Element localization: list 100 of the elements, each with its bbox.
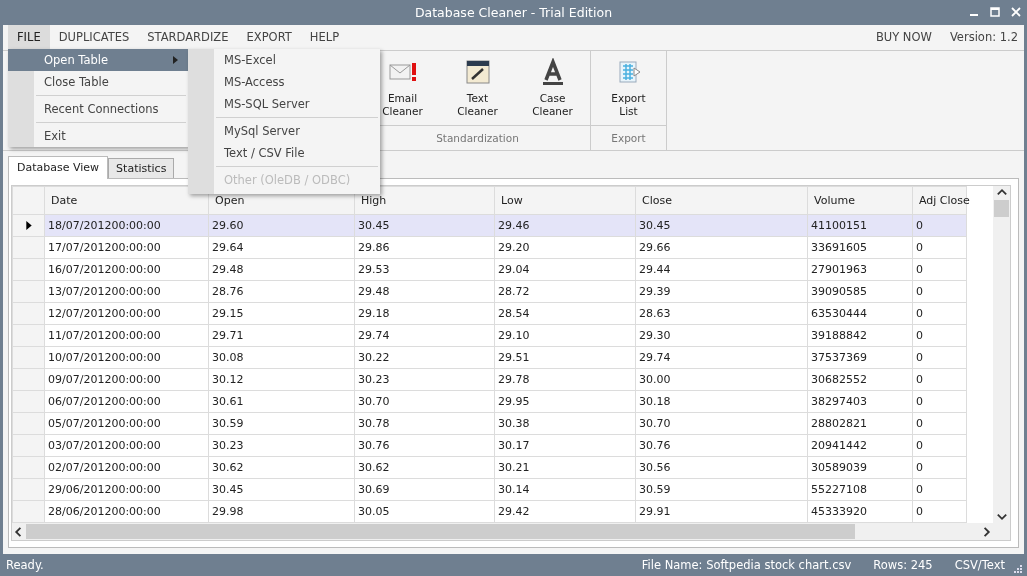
table-cell: 29.91 bbox=[635, 500, 808, 523]
table-cell: 10/07/201200:00:00 bbox=[44, 346, 209, 369]
file-format-label: CSV/Text bbox=[954, 558, 1005, 573]
table-cell: 03/07/201200:00:00 bbox=[44, 434, 209, 457]
table-cell: 28.63 bbox=[635, 302, 808, 325]
submenu-arrow-icon bbox=[173, 56, 178, 64]
menu-item[interactable]: Open Table bbox=[8, 49, 188, 71]
table-cell: 18/07/201200:00:00 bbox=[44, 214, 209, 237]
table-cell: 30.12 bbox=[208, 368, 355, 391]
table-cell: 0 bbox=[912, 280, 967, 303]
table-cell: 30.76 bbox=[635, 434, 808, 457]
table-cell: 0 bbox=[912, 412, 967, 435]
table-cell: 27901963 bbox=[807, 258, 913, 281]
table-cell: 0 bbox=[912, 302, 967, 325]
table-cell: 29.74 bbox=[635, 346, 808, 369]
table-cell: 30589039 bbox=[807, 456, 913, 479]
table-cell: 29.60 bbox=[208, 214, 355, 237]
menu-item[interactable]: FILE bbox=[8, 24, 50, 50]
table-cell: 0 bbox=[912, 324, 967, 347]
tab[interactable]: Statistics bbox=[108, 158, 175, 179]
resize-grip-icon[interactable] bbox=[1013, 564, 1023, 574]
table-cell: 30.59 bbox=[635, 478, 808, 501]
table-cell: 30.61 bbox=[208, 390, 355, 413]
table-cell: 0 bbox=[912, 434, 967, 457]
table-cell: 0 bbox=[912, 390, 967, 413]
table-cell: 09/07/201200:00:00 bbox=[44, 368, 209, 391]
table-cell: 39090585 bbox=[807, 280, 913, 303]
table-cell: 28.54 bbox=[494, 302, 636, 325]
table-cell: 30.62 bbox=[354, 456, 495, 479]
column-header[interactable]: Date bbox=[44, 186, 209, 215]
table-cell: 29.39 bbox=[635, 280, 808, 303]
table-cell: 05/07/201200:00:00 bbox=[44, 412, 209, 435]
table-cell: 13/07/201200:00:00 bbox=[44, 280, 209, 303]
close-icon[interactable] bbox=[1011, 7, 1021, 17]
table-cell: 30.62 bbox=[208, 456, 355, 479]
menu-item[interactable]: Close Table bbox=[8, 71, 188, 93]
table-cell: 30.45 bbox=[354, 214, 495, 237]
column-header[interactable]: Low bbox=[494, 186, 636, 215]
table-cell: 0 bbox=[912, 500, 967, 523]
column-header[interactable]: High bbox=[354, 186, 495, 215]
table-cell: 29.04 bbox=[494, 258, 636, 281]
table-cell: 30.45 bbox=[635, 214, 808, 237]
table-cell: 30.23 bbox=[354, 368, 495, 391]
menu-item[interactable]: Text / CSV File bbox=[188, 142, 380, 164]
table-cell: 11/07/201200:00:00 bbox=[44, 324, 209, 347]
table-cell: 20941442 bbox=[807, 434, 913, 457]
menu-item[interactable]: Recent Connections bbox=[8, 98, 188, 120]
column-header[interactable]: Volume bbox=[807, 186, 913, 215]
row-header[interactable] bbox=[12, 214, 45, 237]
table-cell: 30.69 bbox=[354, 478, 495, 501]
table-cell: 29.42 bbox=[494, 500, 636, 523]
table-cell: 29/06/201200:00:00 bbox=[44, 478, 209, 501]
table-cell: 30682552 bbox=[807, 368, 913, 391]
table-cell: 30.78 bbox=[354, 412, 495, 435]
table-cell: 29.78 bbox=[494, 368, 636, 391]
table-cell: 30.70 bbox=[354, 390, 495, 413]
maximize-icon[interactable] bbox=[990, 7, 1000, 17]
table-cell: 30.18 bbox=[635, 390, 808, 413]
table-cell: 30.76 bbox=[354, 434, 495, 457]
scroll-thumb[interactable] bbox=[26, 524, 856, 540]
table-cell: 30.08 bbox=[208, 346, 355, 369]
table-cell: 02/07/201200:00:00 bbox=[44, 456, 209, 479]
horizontal-scrollbar[interactable] bbox=[12, 523, 993, 541]
table-cell: 30.14 bbox=[494, 478, 636, 501]
ribbon-button[interactable]: Case Cleaner bbox=[515, 50, 590, 125]
table-cell: 29.10 bbox=[494, 324, 636, 347]
table-cell: 30.70 bbox=[635, 412, 808, 435]
tab[interactable]: Database View bbox=[8, 156, 109, 180]
menu-item[interactable]: EXPORT bbox=[237, 24, 301, 50]
table-cell: 28.72 bbox=[494, 280, 636, 303]
table-cell: 29.98 bbox=[208, 500, 355, 523]
buy-now-link[interactable]: BUY NOW bbox=[875, 30, 932, 45]
table-cell: 16/07/201200:00:00 bbox=[44, 258, 209, 281]
table-cell: 39188842 bbox=[807, 324, 913, 347]
table-cell: 30.59 bbox=[208, 412, 355, 435]
table-cell: 30.23 bbox=[208, 434, 355, 457]
table-cell: 30.21 bbox=[494, 456, 636, 479]
table-cell: 28/06/201200:00:00 bbox=[44, 500, 209, 523]
ribbon-button[interactable]: Export List bbox=[591, 50, 666, 125]
table-cell: 29.46 bbox=[494, 214, 636, 237]
table-cell: 37537369 bbox=[807, 346, 913, 369]
menu-item[interactable]: STARDARDIZE bbox=[138, 24, 238, 50]
status-message: Ready. bbox=[6, 558, 44, 573]
group-label: Standardization bbox=[435, 130, 520, 146]
menu-item[interactable]: DUPLICATES bbox=[49, 24, 139, 50]
table-cell: 29.71 bbox=[208, 324, 355, 347]
ribbon-button[interactable]: Text Cleaner bbox=[440, 50, 515, 125]
table-cell: 63530444 bbox=[807, 302, 913, 325]
table-cell: 29.51 bbox=[494, 346, 636, 369]
column-header[interactable]: Close bbox=[635, 186, 808, 215]
menu-item[interactable]: Exit bbox=[8, 125, 188, 147]
table-cell: 29.86 bbox=[354, 236, 495, 259]
scroll-thumb[interactable] bbox=[994, 200, 1009, 218]
vertical-scrollbar[interactable] bbox=[993, 186, 1010, 541]
table-cell: 30.45 bbox=[208, 478, 355, 501]
menu-item[interactable]: HELP bbox=[300, 24, 349, 50]
table-cell: 29.66 bbox=[635, 236, 808, 259]
table-cell: 30.38 bbox=[494, 412, 636, 435]
window-title: Database Cleaner - Trial Edition bbox=[414, 4, 613, 20]
table-cell: 29.18 bbox=[354, 302, 495, 325]
